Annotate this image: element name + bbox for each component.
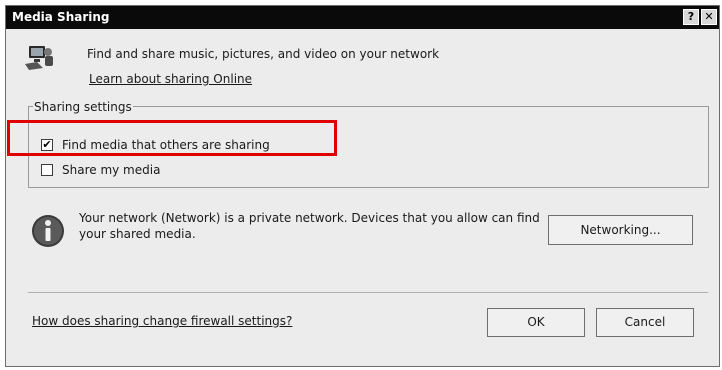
cancel-button[interactable]: Cancel (596, 308, 694, 337)
media-sharing-icon (25, 46, 53, 70)
share-my-media-checkbox[interactable] (41, 164, 53, 176)
title-bar: Media Sharing ? ✕ (6, 6, 719, 29)
close-button[interactable]: ✕ (701, 9, 717, 25)
sharing-settings-legend: Sharing settings (33, 100, 133, 114)
annotation-highlight-box (7, 120, 337, 156)
window-title: Media Sharing (12, 10, 110, 24)
info-icon (32, 215, 64, 247)
intro-text: Find and share music, pictures, and vide… (87, 47, 440, 61)
networking-button[interactable]: Networking... (548, 215, 693, 245)
share-my-media-label: Share my media (62, 163, 161, 177)
help-button[interactable]: ? (683, 9, 699, 25)
network-status-text: Your network (Network) is a private netw… (79, 211, 540, 241)
share-my-media-option[interactable]: Share my media (41, 162, 160, 178)
learn-about-sharing-link[interactable]: Learn about sharing Online (89, 72, 252, 86)
ok-button[interactable]: OK (487, 308, 585, 337)
firewall-settings-link[interactable]: How does sharing change firewall setting… (32, 314, 292, 328)
separator (28, 292, 708, 293)
